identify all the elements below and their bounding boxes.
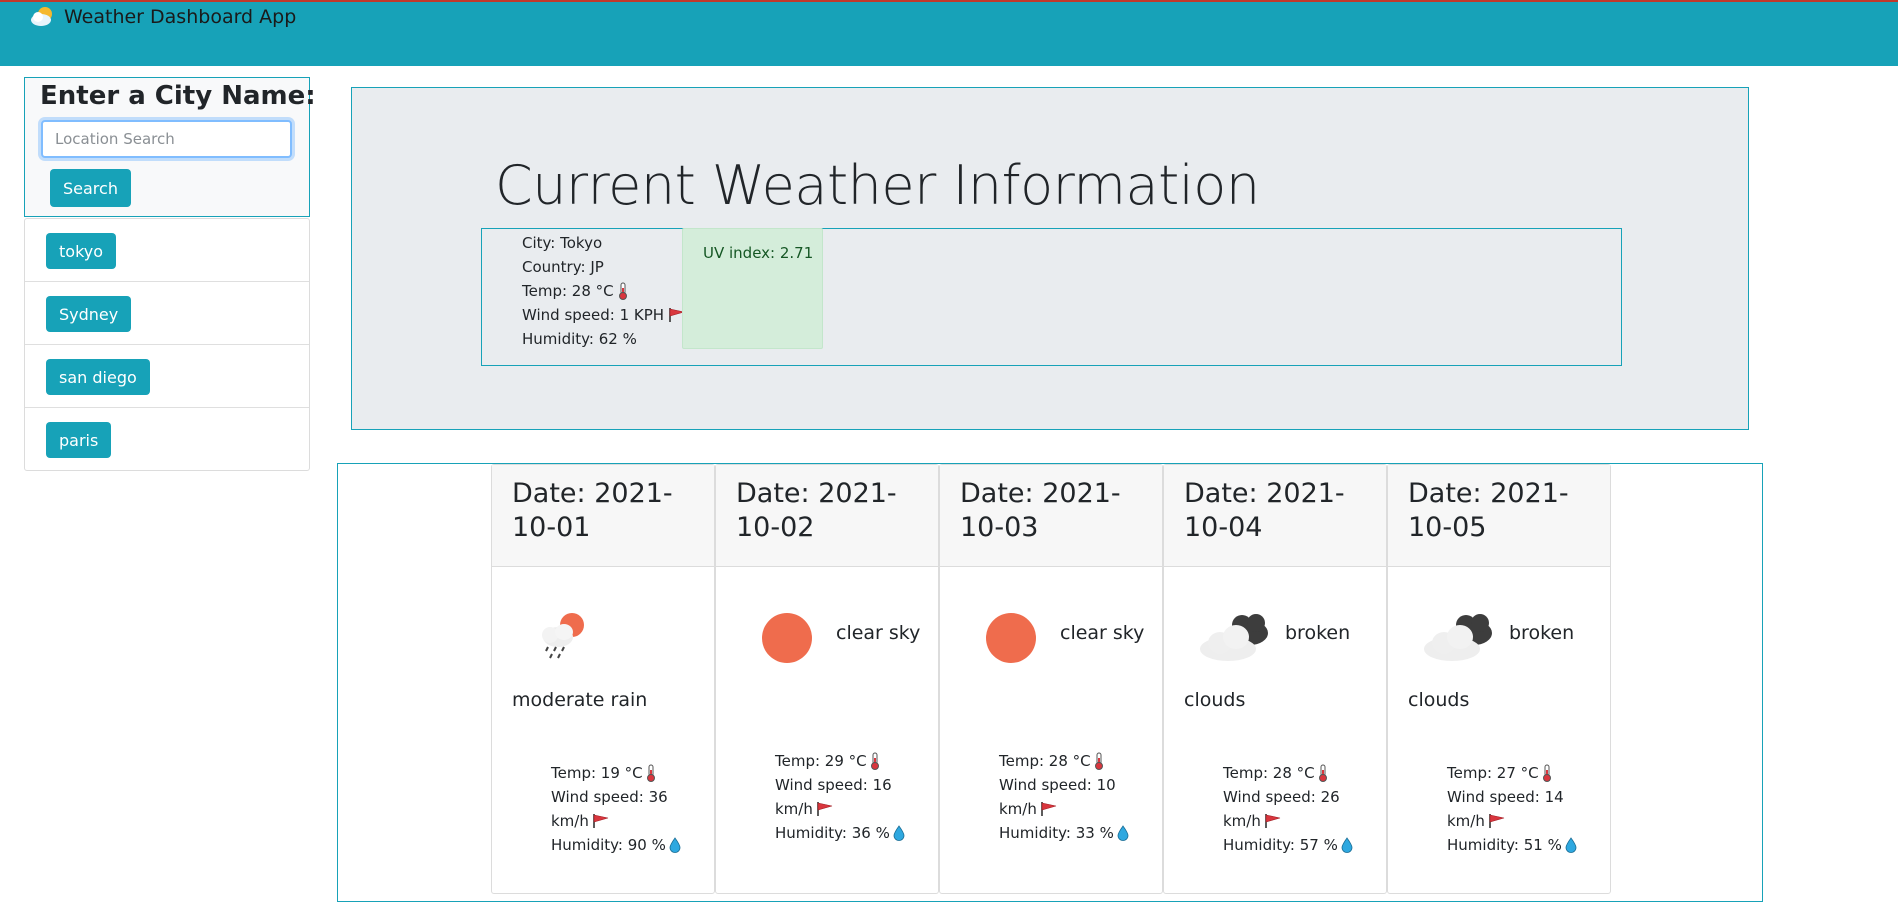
forecast-temp: Temp: 19 °C: [551, 764, 643, 782]
flag-icon: [1488, 813, 1506, 829]
list-item: tokyo: [25, 219, 309, 282]
humidity-line: Humidity: 62 %: [522, 327, 686, 351]
city-line: City: Tokyo: [522, 231, 686, 255]
forecast-wind-unit: km/h: [1223, 812, 1261, 830]
current-weather-details: City: Tokyo Country: JP Temp: 28 °C Wind…: [522, 231, 686, 351]
forecast-wind-unit: km/h: [775, 800, 813, 818]
forecast-desc-continued: clouds: [1408, 689, 1470, 711]
forecast-wind-unit: km/h: [551, 812, 589, 830]
flag-icon: [592, 813, 610, 829]
forecast-date: Date: 2021-10-05: [1388, 465, 1610, 567]
forecast-date: Date: 2021-10-03: [940, 465, 1162, 567]
forecast-desc-continued: moderate rain: [512, 689, 648, 711]
water-drop-icon: [669, 837, 681, 853]
water-drop-icon: [1117, 825, 1129, 841]
uv-index-badge: UV index: 2.71: [682, 228, 823, 349]
flag-icon: [1040, 801, 1058, 817]
thermometer-icon: [618, 282, 628, 300]
forecast-temp: Temp: 29 °C: [775, 752, 867, 770]
thermometer-icon: [646, 764, 656, 782]
forecast-temp: Temp: 27 °C: [1447, 764, 1539, 782]
forecast-details: Temp: 28 °C Wind speed: 26 km/h Humidity…: [1223, 761, 1373, 857]
forecast-wind: Wind speed: 10: [999, 776, 1116, 794]
forecast-details: Temp: 29 °C Wind speed: 16 km/h Humidity…: [775, 749, 925, 845]
wind-line: Wind speed: 1 KPH: [522, 303, 686, 327]
list-item: san diego: [25, 345, 309, 408]
temp-text: Temp: 28 °C: [522, 282, 614, 300]
forecast-details: Temp: 19 °C Wind speed: 36 km/h Humidity…: [551, 761, 701, 857]
forecast-wind: Wind speed: 14: [1447, 788, 1564, 806]
sun-icon: [761, 612, 813, 668]
water-drop-icon: [1341, 837, 1353, 853]
search-panel: Enter a City Name: Search: [24, 77, 316, 217]
water-drop-icon: [1565, 837, 1577, 853]
forecast-card: Date: 2021-10-03 clear sky Temp: 28 °C W…: [939, 464, 1163, 894]
forecast-card: Date: 2021-10-01 moderate rain Temp: 19 …: [491, 464, 715, 894]
forecast-row: Date: 2021-10-01 moderate rain Temp: 19 …: [491, 464, 1611, 894]
forecast-desc: broken: [1509, 622, 1575, 644]
search-button[interactable]: Search: [50, 169, 131, 207]
flag-icon: [1264, 813, 1282, 829]
list-item: Sydney: [25, 282, 309, 345]
current-weather-title: Current Weather Information: [495, 154, 1260, 217]
search-heading: Enter a City Name:: [40, 81, 316, 111]
forecast-card: Date: 2021-10-02 clear sky Temp: 29 °C W…: [715, 464, 939, 894]
forecast-desc: clear sky: [836, 622, 921, 644]
forecast-humidity: Humidity: 36 %: [775, 824, 890, 842]
search-history-list: tokyo Sydney san diego paris: [24, 218, 310, 471]
forecast-panel: Date: 2021-10-01 moderate rain Temp: 19 …: [337, 463, 1763, 902]
forecast-humidity: Humidity: 51 %: [1447, 836, 1562, 854]
forecast-date: Date: 2021-10-01: [492, 465, 714, 567]
city-text: City: Tokyo: [522, 234, 603, 252]
rain-sun-icon: [532, 609, 594, 669]
country-line: Country: JP: [522, 255, 686, 279]
forecast-wind: Wind speed: 26: [1223, 788, 1340, 806]
history-button-tokyo[interactable]: tokyo: [46, 233, 117, 269]
forecast-desc: broken: [1285, 622, 1351, 644]
forecast-card: Date: 2021-10-05 broken clouds Temp: 27 …: [1387, 464, 1611, 894]
forecast-temp: Temp: 28 °C: [999, 752, 1091, 770]
forecast-date: Date: 2021-10-02: [716, 465, 938, 567]
forecast-details: Temp: 27 °C Wind speed: 14 km/h Humidity…: [1447, 761, 1597, 857]
uv-index-text: UV index: 2.71: [703, 244, 814, 262]
forecast-wind-unit: km/h: [1447, 812, 1485, 830]
forecast-desc-continued: clouds: [1184, 689, 1246, 711]
forecast-humidity: Humidity: 57 %: [1223, 836, 1338, 854]
history-button-san-diego[interactable]: san diego: [46, 359, 150, 395]
thermometer-icon: [870, 752, 880, 770]
location-search-input[interactable]: [41, 120, 292, 158]
country-text: Country: JP: [522, 258, 604, 276]
broken-clouds-icon: [1198, 611, 1274, 667]
flag-icon: [816, 801, 834, 817]
current-weather-panel: Current Weather Information City: Tokyo …: [351, 87, 1749, 430]
current-weather-box: City: Tokyo Country: JP Temp: 28 °C Wind…: [481, 228, 1622, 366]
temp-line: Temp: 28 °C: [522, 279, 686, 303]
forecast-desc: clear sky: [1060, 622, 1145, 644]
humidity-text: Humidity: 62 %: [522, 330, 637, 348]
forecast-humidity: Humidity: 90 %: [551, 836, 666, 854]
broken-clouds-icon: [1422, 611, 1498, 667]
forecast-wind: Wind speed: 36: [551, 788, 668, 806]
forecast-humidity: Humidity: 33 %: [999, 824, 1114, 842]
wind-text: Wind speed: 1 KPH: [522, 306, 665, 324]
thermometer-icon: [1542, 764, 1552, 782]
history-button-paris[interactable]: paris: [46, 422, 112, 458]
thermometer-icon: [1318, 764, 1328, 782]
weather-logo-icon: [30, 5, 56, 29]
forecast-temp: Temp: 28 °C: [1223, 764, 1315, 782]
top-navbar: Weather Dashboard App: [0, 0, 1898, 66]
forecast-date: Date: 2021-10-04: [1164, 465, 1386, 567]
forecast-details: Temp: 28 °C Wind speed: 10 km/h Humidity…: [999, 749, 1149, 845]
forecast-wind-unit: km/h: [999, 800, 1037, 818]
water-drop-icon: [893, 825, 905, 841]
history-button-sydney[interactable]: Sydney: [46, 296, 132, 332]
forecast-wind: Wind speed: 16: [775, 776, 892, 794]
app-title: Weather Dashboard App: [64, 6, 297, 28]
sun-icon: [985, 612, 1037, 668]
thermometer-icon: [1094, 752, 1104, 770]
list-item: paris: [25, 408, 309, 471]
forecast-card: Date: 2021-10-04 broken clouds Temp: 28 …: [1163, 464, 1387, 894]
brand[interactable]: Weather Dashboard App: [30, 5, 296, 29]
